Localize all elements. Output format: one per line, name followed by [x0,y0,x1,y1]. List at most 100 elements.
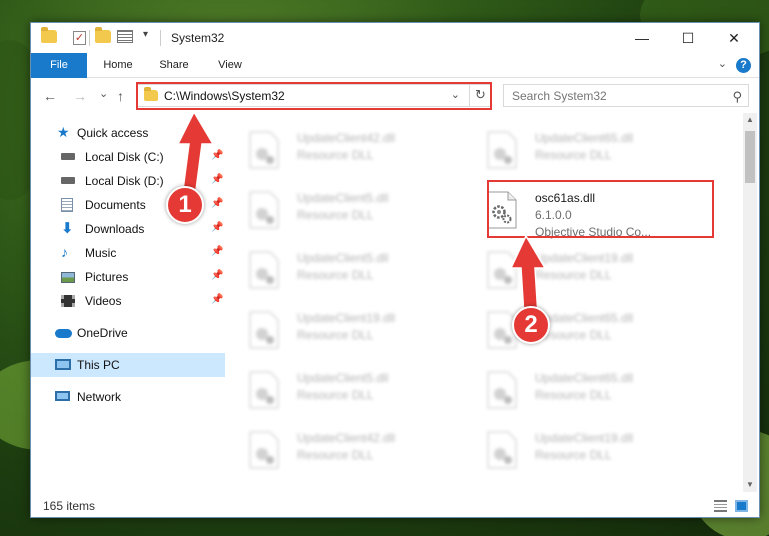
pin-icon: 📌 [211,294,224,305]
file-description: Resource DLL [297,268,374,282]
ribbon-tabs: File Home Share View ⌄ ? [31,53,759,78]
file-description: Resource DLL [297,148,374,162]
sidebar-item-label: Pictures [85,270,129,284]
properties-icon[interactable] [117,30,133,46]
sidebar-item-label: Videos [85,294,122,308]
sidebar-item-pictures[interactable]: Pictures 📌 [31,265,225,289]
sidebar-item-label: Downloads [85,222,145,236]
tab-file[interactable]: File [31,53,87,78]
large-icons-view-icon[interactable] [735,500,748,512]
sidebar-item-quick-access[interactable]: ★ Quick access [31,121,225,145]
dll-file-icon [487,371,517,409]
sidebar-item-network[interactable]: Network [31,385,225,409]
pin-icon: 📌 [211,270,224,281]
download-arrow-icon: ⬇ [61,220,74,237]
scroll-up-arrow-icon[interactable]: ▲ [743,113,757,127]
dll-file-icon [249,251,279,289]
title-separator [89,30,90,46]
file-description: Resource DLL [535,388,612,402]
help-icon[interactable]: ? [736,58,751,73]
network-icon [55,391,70,401]
file-item[interactable]: UpdateClient65.dll Resource DLL [465,301,695,361]
file-item[interactable]: UpdateClient42.dll Resource DLL [227,421,457,481]
sidebar-item-music[interactable]: ♪ Music 📌 [31,241,225,265]
maximize-button[interactable]: ☐ [665,23,711,53]
navigation-pane: ★ Quick access Local Disk (C:) 📌 Local D… [31,117,227,492]
tab-home[interactable]: Home [93,53,143,78]
file-name: UpdateClient65.dll [535,131,634,145]
customize-toolbar-chevron-icon[interactable]: ▾ [143,29,148,45]
file-item[interactable]: UpdateClient5.dll Resource DLL [227,361,457,421]
sidebar-item-label: Local Disk (C:) [85,150,164,164]
star-icon: ★ [57,124,70,140]
file-item[interactable]: UpdateClient19.dll Resource DLL [465,421,695,481]
file-item[interactable]: UpdateClient19.dll Resource DLL [465,241,695,301]
file-description: Resource DLL [297,208,374,222]
search-box[interactable]: ⚲ [503,84,749,107]
dll-file-icon [487,131,517,169]
pin-icon: 📌 [211,150,224,161]
sidebar-item-onedrive[interactable]: OneDrive [31,321,225,345]
up-button[interactable]: ↑ [117,88,124,104]
file-description: Resource DLL [297,448,374,462]
dll-file-icon [249,131,279,169]
music-note-icon: ♪ [61,244,68,260]
file-description: Resource DLL [535,268,612,282]
search-icon: ⚲ [732,89,742,104]
close-button[interactable]: ✕ [711,23,757,53]
details-view-icon[interactable] [714,500,727,512]
sidebar-item-label: Local Disk (D:) [85,174,164,188]
scrollbar-thumb[interactable] [745,131,755,183]
sidebar-item-local-disk-c[interactable]: Local Disk (C:) 📌 [31,145,225,169]
sidebar-item-this-pc[interactable]: This PC [31,353,225,377]
file-description: Resource DLL [535,148,612,162]
file-item[interactable]: UpdateClient5.dll Resource DLL [227,241,457,301]
computer-icon [55,359,71,370]
tab-share[interactable]: Share [149,53,199,78]
file-item[interactable]: UpdateClient5.dll Resource DLL [227,181,457,241]
file-name: UpdateClient19.dll [297,311,396,325]
sidebar-item-label: This PC [77,358,120,372]
file-name: UpdateClient19.dll [535,251,634,265]
title-bar: ✓ ▾ System32 — ☐ ✕ [31,23,759,53]
drive-icon [61,153,75,160]
file-name: UpdateClient5.dll [297,191,389,205]
file-highlight-box [487,180,714,238]
file-item[interactable]: UpdateClient65.dll Resource DLL [465,121,695,181]
recent-locations-button[interactable]: ⌄ [99,87,108,100]
pin-icon: 📌 [211,198,224,209]
forward-button[interactable]: → [73,88,87,104]
title-separator [160,30,161,46]
file-item[interactable]: UpdateClient19.dll Resource DLL [227,301,457,361]
expand-ribbon-chevron-icon[interactable]: ⌄ [718,57,727,70]
step-2-badge: 2 [512,306,550,344]
dll-file-icon [249,431,279,469]
scroll-down-arrow-icon[interactable]: ▼ [743,478,757,492]
sidebar-item-label: Music [85,246,117,260]
pictures-icon [61,272,75,283]
sidebar-item-label: Documents [85,198,146,212]
sidebar-item-label: Quick access [77,126,149,140]
file-name: UpdateClient5.dll [297,371,389,385]
search-input[interactable] [504,85,724,106]
tab-view[interactable]: View [205,53,255,78]
documents-icon [61,198,73,212]
new-folder-icon[interactable] [95,27,111,46]
minimize-button[interactable]: — [619,23,665,53]
drive-icon [61,177,75,184]
file-item[interactable]: UpdateClient42.dll Resource DLL [227,121,457,181]
back-button[interactable]: ← [43,88,57,104]
dll-file-icon [487,431,517,469]
dll-file-icon [249,371,279,409]
film-icon [61,295,75,307]
vertical-scrollbar[interactable]: ▲ ▼ [743,113,757,492]
sidebar-item-downloads[interactable]: ⬇ Downloads 📌 [31,217,225,241]
file-item[interactable]: UpdateClient65.dll Resource DLL [465,361,695,421]
pin-icon: 📌 [211,174,224,185]
sidebar-item-videos[interactable]: Videos 📌 [31,289,225,313]
pin-icon: 📌 [211,246,224,257]
address-highlight-box [136,82,492,110]
properties-check-icon[interactable]: ✓ [73,30,86,46]
status-bar: 165 items [31,493,759,517]
file-description: Resource DLL [297,328,374,342]
